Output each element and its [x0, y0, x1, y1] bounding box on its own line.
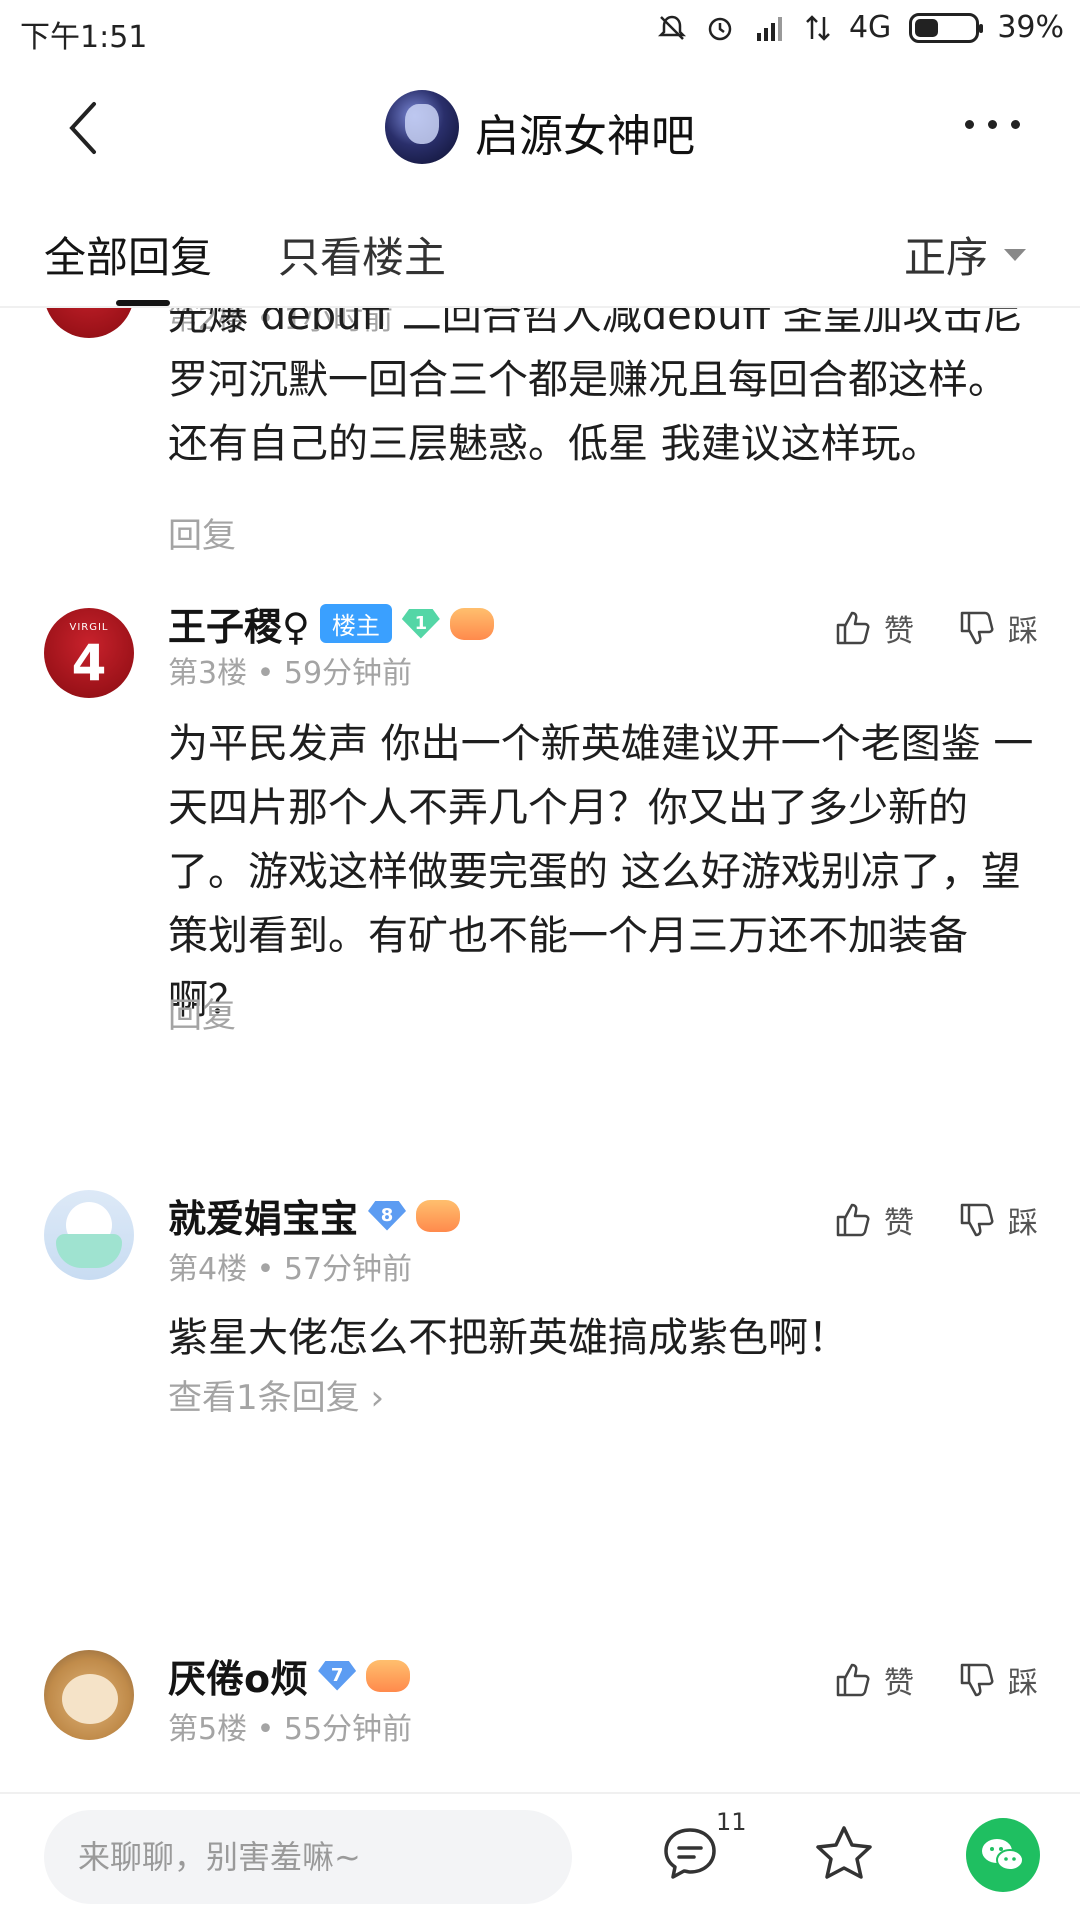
comment-count: 11 [716, 1808, 747, 1836]
dislike-label: 踩 [1008, 614, 1038, 649]
game-controller-icon [449, 607, 494, 640]
game-controller-icon [366, 1659, 411, 1692]
data-arrows-icon [806, 14, 830, 41]
sort-dropdown[interactable]: 正序 [904, 224, 1026, 285]
wechat-icon [982, 1839, 1024, 1871]
user-avatar[interactable] [44, 308, 134, 338]
back-arrow-icon[interactable] [60, 98, 110, 158]
post-body: 为平民发声 你出一个新英雄建议开一个老图鉴 一天四片那个人不弄几个月？你又出了多… [168, 721, 1034, 1023]
vote-actions: 赞 踩 [834, 1658, 1038, 1702]
like-button[interactable]: 赞 [834, 606, 914, 650]
battery-percent: 39% [997, 10, 1064, 45]
dislike-label: 踩 [1008, 1206, 1038, 1241]
level-badge-icon: 1 [401, 608, 440, 639]
post-meta: 第5楼 • 55分钟前 [168, 1712, 413, 1747]
owner-badge: 楼主 [319, 604, 392, 643]
like-label: 赞 [884, 614, 914, 649]
like-label: 赞 [884, 1666, 914, 1701]
tab-owner-only[interactable]: 只看楼主 [278, 224, 446, 285]
top-header: 启源女神吧 [0, 62, 1080, 192]
thumbs-down-icon [960, 1663, 994, 1697]
forum-avatar[interactable] [385, 90, 459, 164]
level-badge-icon: 8 [368, 1200, 407, 1231]
thumbs-down-icon [960, 611, 994, 645]
post-body: 光爆 debuff 二回合哲人减debuff 圣皇加攻击尼罗河沉默一回合三个都是… [168, 308, 1023, 467]
username-row: 王子稷♀ 楼主 1 [168, 596, 494, 651]
reply-link[interactable]: 回复 [168, 988, 236, 1037]
status-bar: 下午1:51 4G 39% [0, 0, 1080, 62]
level-badge-icon: 7 [318, 1660, 357, 1691]
username[interactable]: 厌倦o烦 [168, 1648, 308, 1703]
post-meta: 第4楼 • 57分钟前 [168, 1252, 413, 1287]
chat-input[interactable] [44, 1810, 572, 1904]
game-controller-icon [416, 1199, 461, 1232]
wechat-share-button[interactable] [966, 1818, 1040, 1892]
username-row: 厌倦o烦 7 [168, 1648, 411, 1703]
vote-actions: 赞 踩 [834, 1198, 1038, 1242]
battery-icon [909, 12, 984, 43]
chat-input-wrapper [44, 1810, 572, 1904]
like-button[interactable]: 赞 [834, 1198, 914, 1242]
reply-link[interactable]: 回复 [168, 508, 236, 557]
forum-name[interactable]: 启源女神吧 [475, 100, 695, 164]
reply-tabs: 全部回复 只看楼主 正序 [0, 192, 1080, 308]
tab-all-replies[interactable]: 全部回复 [44, 224, 212, 285]
thumbs-up-icon [836, 1663, 870, 1697]
avatar-jersey-number: 4 [71, 634, 107, 692]
thumbs-down-icon [960, 1203, 994, 1237]
dislike-button[interactable]: 踩 [958, 606, 1038, 650]
more-options-icon[interactable] [965, 120, 1020, 129]
user-avatar[interactable]: VIRGIL 4 [44, 608, 134, 698]
active-tab-indicator [116, 300, 170, 306]
signal-hd-icon [756, 16, 782, 41]
mute-icon [657, 15, 686, 40]
comment-bubble-icon[interactable] [660, 1824, 720, 1884]
username[interactable]: 王子稷♀ [168, 596, 310, 651]
status-icons: 4G 39% [657, 10, 1064, 45]
network-type: 4G [848, 10, 892, 45]
avatar-jersey-text: VIRGIL [69, 622, 109, 633]
dislike-label: 踩 [1008, 1666, 1038, 1701]
caret-down-icon [1004, 248, 1026, 261]
vote-actions: 赞 踩 [834, 606, 1038, 650]
post-body: 紫星大佬怎么不把新英雄搞成紫色啊！ [168, 1315, 848, 1361]
like-button[interactable]: 赞 [834, 1658, 914, 1702]
post-meta: 第3楼 • 59分钟前 [168, 656, 413, 691]
dislike-button[interactable]: 踩 [958, 1198, 1038, 1242]
dislike-button[interactable]: 踩 [958, 1658, 1038, 1702]
username[interactable]: 就爱娟宝宝 [168, 1188, 358, 1243]
like-label: 赞 [884, 1206, 914, 1241]
bottom-bar: 11 [0, 1792, 1080, 1920]
star-icon[interactable] [812, 1822, 876, 1886]
thumbs-up-icon [836, 1203, 870, 1237]
alarm-icon [708, 17, 732, 40]
thumbs-up-icon [836, 611, 870, 645]
user-avatar[interactable] [44, 1190, 134, 1280]
user-avatar[interactable] [44, 1650, 134, 1740]
username-row: 就爱娟宝宝 8 [168, 1188, 461, 1243]
status-time: 下午1:51 [20, 20, 148, 55]
sort-label: 正序 [903, 233, 988, 282]
view-replies-link[interactable]: 查看1条回复 › [168, 1370, 384, 1419]
reply-feed[interactable]: 第2楼 • 1小时前 光爆 debuff 二回合哲人减debuff 圣皇加攻击尼… [0, 308, 1080, 1792]
